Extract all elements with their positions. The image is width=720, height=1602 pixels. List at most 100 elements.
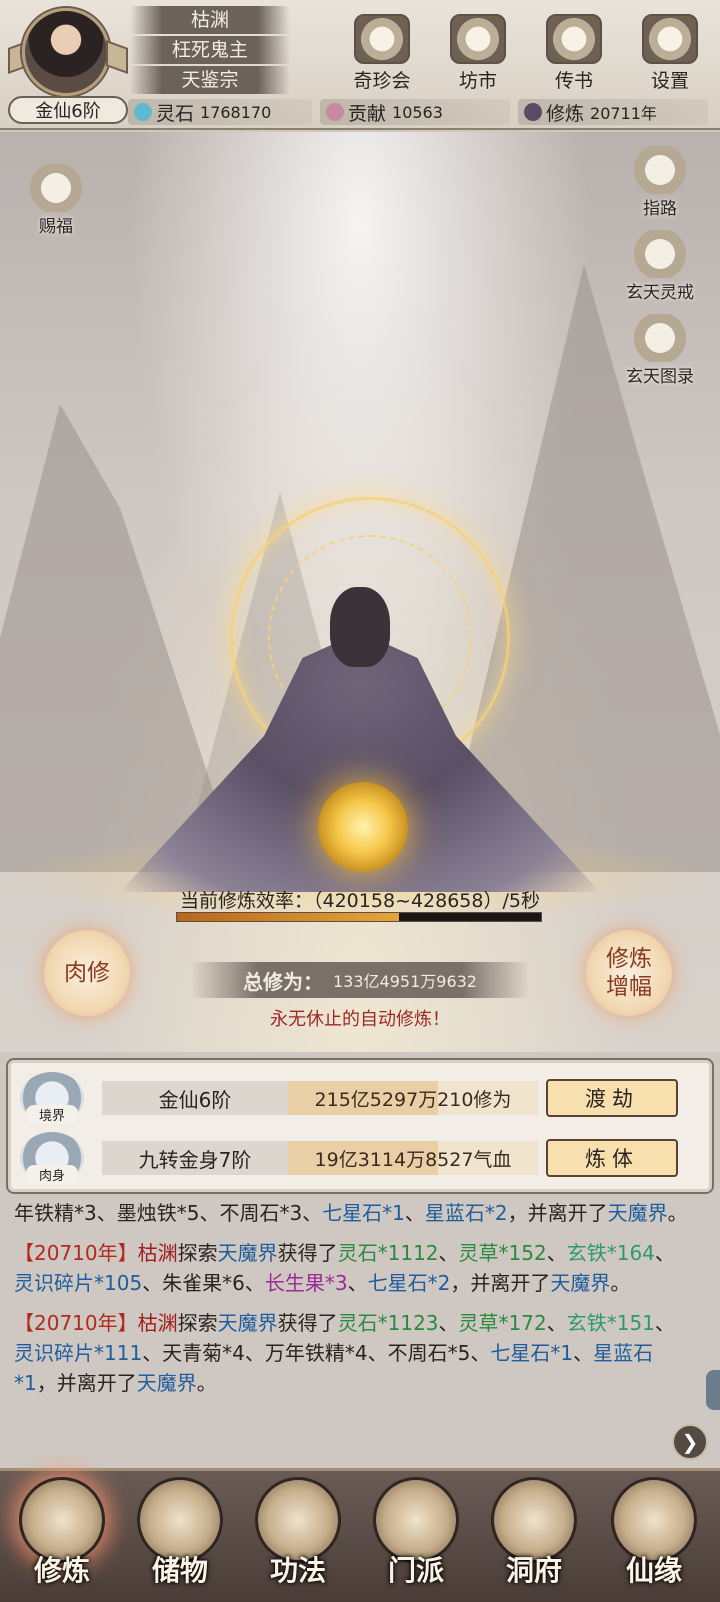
body-emblem-icon: 肉身: [20, 1132, 84, 1184]
treasure-pavilion-button[interactable]: 奇珍会: [342, 14, 422, 94]
tribulation-button[interactable]: 渡劫: [546, 1079, 678, 1117]
log-segment: 年铁精*3、墨烛铁*5、不周石*3、: [14, 1201, 323, 1225]
golden-core-orb: [318, 782, 408, 872]
realm-badge: 境界: [26, 1105, 78, 1124]
event-log[interactable]: 年铁精*3、墨烛铁*5、不周石*3、七星石*1、星蓝石*2，并离开了天魔界。【2…: [14, 1198, 694, 1458]
cultivation-boost-button[interactable]: 修炼 增幅: [586, 930, 672, 1016]
log-segment: 七星石*1: [490, 1341, 574, 1365]
cultivation-boost-label: 修炼 增幅: [606, 945, 652, 1001]
letter-button[interactable]: 传书: [534, 14, 614, 94]
guide-button[interactable]: 指路: [632, 146, 688, 219]
log-segment: 获得了: [277, 1241, 338, 1265]
log-segment: 枯渊: [137, 1311, 178, 1335]
side-drawer-handle[interactable]: [706, 1370, 720, 1410]
nav-cave[interactable]: 洞府: [476, 1477, 592, 1601]
letter-label: 传书: [554, 70, 593, 92]
body-cultivation-button[interactable]: 肉修: [44, 930, 130, 1016]
spirit-stone-value: 1768170: [200, 102, 272, 122]
xuantian-atlas-button[interactable]: 玄天图录: [626, 314, 694, 387]
nav-techniques-label: 功法: [269, 1554, 326, 1587]
log-segment: 、: [546, 1311, 567, 1335]
boost-label-line1: 修炼: [606, 946, 652, 972]
log-segment: 天魔界: [136, 1371, 197, 1395]
log-segment: 灵识碎片*105: [14, 1271, 143, 1295]
cultivation-years-value: 20711年: [590, 104, 657, 123]
log-segment: ，并离开了: [450, 1271, 551, 1295]
log-segment: 灵识碎片*111: [14, 1341, 143, 1365]
nav-fortune-label: 仙缘: [625, 1554, 682, 1587]
nav-cave-label: 洞府: [505, 1554, 562, 1587]
log-segment: 。: [196, 1371, 217, 1395]
nav-cultivate[interactable]: 修炼: [4, 1477, 120, 1601]
incense-altar-icon: [28, 164, 84, 212]
log-segment: ，并离开了: [36, 1371, 137, 1395]
gear-icon: [642, 14, 698, 64]
contribution-value: 10563: [392, 102, 443, 122]
log-segment: 玄铁*151: [566, 1311, 655, 1335]
nav-sect-label: 门派: [387, 1554, 444, 1587]
bottom-nav: 修炼 储物 功法 门派 洞府 仙缘: [0, 1468, 720, 1602]
cultivator-icon: [524, 103, 542, 121]
avatar[interactable]: [22, 8, 110, 96]
top-header: 金仙6阶 枯渊 枉死鬼主 天鉴宗 奇珍会 坊市 传书 设置 灵石 1768170…: [0, 0, 720, 130]
log-segment: 灵石*1123: [337, 1311, 439, 1335]
rank-badge: 金仙6阶: [8, 96, 128, 124]
avatar-frame[interactable]: [8, 4, 128, 100]
resource-bar: 灵石 1768170 贡献 10563 修炼 20711年: [128, 99, 720, 127]
log-segment: 。: [610, 1271, 631, 1295]
nav-fortune[interactable]: 仙缘: [596, 1477, 712, 1601]
bless-button[interactable]: 赐福: [28, 164, 84, 237]
nav-storage[interactable]: 储物: [122, 1477, 238, 1601]
log-segment: 、: [546, 1241, 567, 1265]
log-segment: 、: [347, 1271, 368, 1295]
log-segment: 天魔界: [217, 1241, 278, 1265]
market-icon: [450, 14, 506, 64]
log-segment: 灵草*152: [458, 1241, 547, 1265]
log-entry: 年铁精*3、墨烛铁*5、不周石*3、七星石*1、星蓝石*2，并离开了天魔界。: [14, 1198, 694, 1228]
nav-sect[interactable]: 门派: [358, 1477, 474, 1601]
scroll-icon: [632, 314, 688, 362]
log-segment: 【20710年】: [14, 1241, 138, 1265]
log-segment: 天魔界: [217, 1311, 278, 1335]
guide-label: 指路: [643, 199, 677, 219]
body-badge: 肉身: [26, 1165, 78, 1184]
settings-button[interactable]: 设置: [630, 14, 710, 94]
nav-cultivate-label: 修炼: [33, 1554, 90, 1587]
log-segment: 灵草*172: [458, 1311, 547, 1335]
spirit-stone-counter: 灵石 1768170: [128, 99, 312, 125]
log-segment: 灵石*1112: [337, 1241, 439, 1265]
log-scroll-button[interactable]: ❯: [672, 1424, 708, 1460]
nav-techniques[interactable]: 功法: [240, 1477, 356, 1601]
ring-icon: [632, 230, 688, 278]
cultivation-progress-fill: [177, 913, 400, 921]
market-button[interactable]: 坊市: [438, 14, 518, 94]
realm-emblem-icon: 境界: [20, 1072, 84, 1124]
log-segment: 枯渊: [137, 1241, 178, 1265]
auto-cultivation-note: 永无休止的自动修炼！: [270, 1009, 450, 1030]
total-cultivation-value: 133亿4951万9632: [333, 972, 477, 991]
log-segment: 、: [438, 1241, 459, 1265]
settings-label: 设置: [650, 70, 689, 92]
log-segment: 玄铁*164: [566, 1241, 655, 1265]
cultivation-rate: 当前修炼效率：（420158~428658）/5秒: [180, 890, 540, 912]
body-name: 九转金身7阶: [102, 1141, 288, 1175]
log-segment: 七星石*1: [322, 1201, 405, 1225]
scroll-letter-icon: [546, 14, 602, 64]
treasure-pavilion-label: 奇珍会: [353, 70, 411, 92]
log-segment: 、: [404, 1201, 425, 1225]
realm-name: 金仙6阶: [102, 1081, 288, 1115]
character-sect: 天鉴宗: [130, 66, 290, 94]
chevron-right-icon: ❯: [681, 1430, 699, 1454]
avatar-wing-right: [106, 39, 128, 75]
spirit-stone-label: 灵石: [156, 102, 195, 125]
mountain-icon: [632, 146, 688, 194]
body-value: 19亿3114万8527气血: [288, 1141, 538, 1175]
figure-head: [330, 587, 390, 667]
cultivation-years-label: 修炼: [546, 102, 585, 125]
body-refine-button[interactable]: 炼体: [546, 1139, 678, 1177]
xuantian-ring-button[interactable]: 玄天灵戒: [626, 230, 694, 303]
total-cultivation-label: 总修为：: [243, 969, 323, 994]
body-row: 肉身 九转金身7阶 19亿3114万8527气血 炼体: [20, 1130, 708, 1186]
xuantian-ring-label: 玄天灵戒: [626, 283, 694, 303]
log-segment: 探索: [177, 1241, 218, 1265]
